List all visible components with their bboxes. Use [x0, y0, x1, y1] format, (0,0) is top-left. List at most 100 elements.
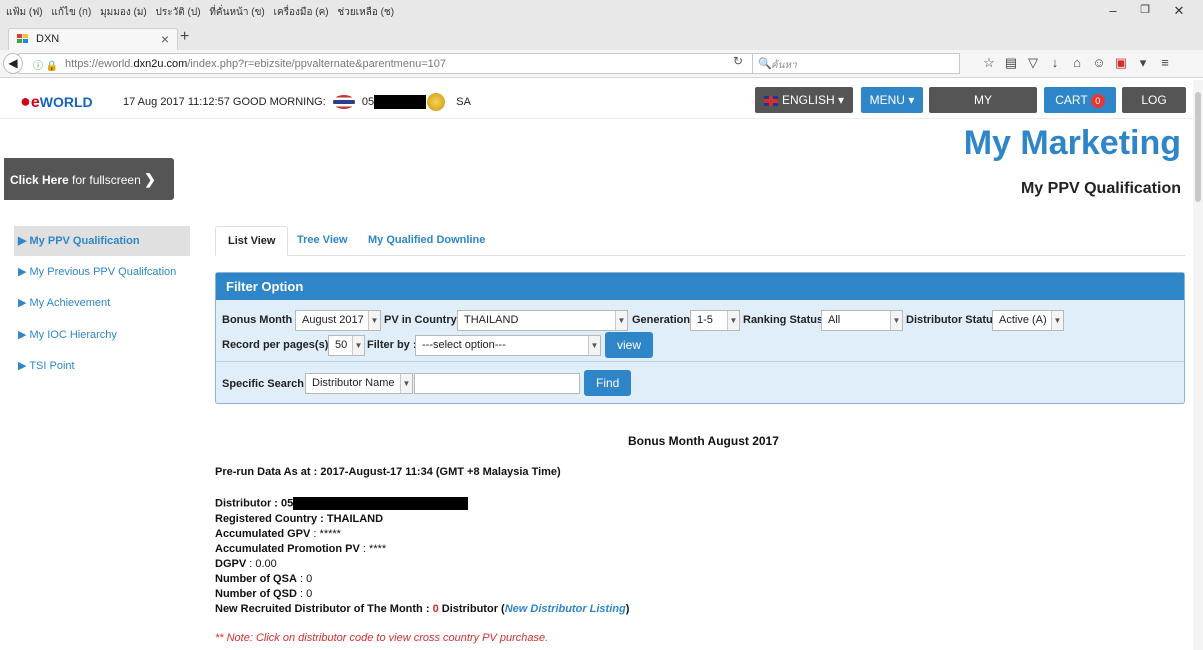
medal-icon [427, 93, 446, 111]
specific-search-input[interactable] [414, 373, 580, 394]
browser-menu-list: แฟ้ม (ฟ) แก้ไข (ก) มุมมอง (ม) ประวัติ (ป… [6, 5, 400, 20]
tab-tree-view[interactable]: Tree View [285, 226, 360, 256]
prerun-text: Pre-run Data As at : 2017-August-17 11:3… [215, 466, 561, 478]
chevron-down-icon: ▼ [352, 336, 364, 355]
ranking-status-select[interactable]: All ▼ [821, 310, 903, 331]
pv-country-label: PV in Country : [384, 314, 464, 326]
menu-tools[interactable]: เครื่องมือ (ค) [274, 7, 329, 18]
sidebar-item-previous-ppv[interactable]: ▶ My Previous PPV Qualifcation [14, 257, 190, 287]
accumulated-promotion-pv: Accumulated Promotion PV : **** [215, 543, 387, 555]
menu-edit[interactable]: แก้ไข (ก) [51, 7, 91, 18]
scrollbar-thumb[interactable] [1195, 92, 1201, 202]
view-button[interactable]: view [605, 332, 654, 358]
browser-navbar: ◀ ⓘ 🔒 https://eworld.dxn2u.com/index.php… [0, 50, 1203, 78]
cross-country-note: ** Note: Click on distributor code to vi… [215, 632, 549, 644]
bonus-month-label: Bonus Month : [222, 314, 299, 326]
user-code: 05 [361, 95, 375, 108]
tab-title: DXN [36, 33, 60, 45]
chevron-down-icon: ▼ [400, 374, 412, 393]
tab-close-icon[interactable]: × [161, 31, 169, 47]
bonus-month-title: Bonus Month August 2017 [628, 434, 779, 448]
distributor-status-select[interactable]: Active (A) ▼ [992, 310, 1064, 331]
chevron-down-icon: ▼ [588, 336, 600, 355]
chevron-down-icon: ▼ [727, 311, 739, 330]
chevron-down-icon: ▼ [368, 311, 380, 330]
logout-button[interactable]: LOG OUT [1122, 87, 1186, 133]
extension-icon[interactable]: ☺ [1088, 55, 1110, 70]
number-of-qsd: Number of QSD : 0 [215, 588, 313, 600]
search-icon: 🔍 [758, 58, 772, 70]
chevron-down-icon: ▼ [615, 311, 627, 330]
site-header: ●eWORLD 17 Aug 2017 11:12:57 GOOD MORNIN… [0, 79, 1203, 133]
download-icon[interactable]: ↓ [1044, 55, 1066, 70]
redacted-block [293, 497, 469, 510]
tab-list-view[interactable]: List View [215, 226, 289, 256]
filter-panel: Filter Option Bonus Month : August 2017 ▼… [215, 272, 1185, 404]
tab-qualified-downline[interactable]: My Qualified Downline [356, 226, 497, 256]
menu-help[interactable]: ช่วยเหลือ (ช) [337, 7, 394, 18]
view-tabs: List View Tree View My Qualified Downlin… [215, 226, 1185, 256]
ranking-status-label: Ranking Status : [743, 314, 830, 326]
reload-icon[interactable]: ↻ [733, 54, 743, 68]
distributor-line: Distributor : 05 [215, 497, 469, 510]
url-text: https://eworld.dxn2u.com/index.php?r=ebi… [65, 58, 446, 70]
dropdown-arrow-icon[interactable]: ▾ [1132, 55, 1154, 71]
find-button[interactable]: Find [584, 370, 632, 396]
dgpv: DGPV : 0.00 [215, 558, 277, 570]
generation-label: Generation : [632, 314, 697, 326]
new-distributor-listing-link[interactable]: New Distributor Listing [505, 603, 626, 615]
toolbar-icons: ☆ ▤ ▽ ↓ ⌂ ☺ ▣ ▾ ≡ [978, 55, 1176, 71]
records-per-page-select[interactable]: 50 ▼ [328, 335, 365, 356]
sidebar-item-ppv-qualification[interactable]: ▶ My PPV Qualification [14, 226, 190, 256]
accumulated-gpv: Accumulated GPV : ***** [215, 528, 341, 540]
menu-bookmarks[interactable]: ที่คั่นหน้า (ข) [209, 7, 264, 18]
cart-button[interactable]: CART 0 [1044, 87, 1116, 113]
lock-icon: ⓘ 🔒 [33, 61, 59, 72]
uk-flag-icon [763, 95, 778, 106]
reading-list-icon[interactable]: ▤ [1000, 55, 1022, 71]
generation-select[interactable]: 1-5 ▼ [690, 310, 740, 331]
new-tab-icon[interactable]: + [180, 28, 189, 46]
menu-file[interactable]: แฟ้ม (ฟ) [6, 7, 43, 18]
greeting-line: 17 Aug 2017 11:12:57 GOOD MORNING: 05 SA [123, 93, 471, 111]
user-suffix: SA [456, 95, 471, 108]
menu-history[interactable]: ประวัติ (ป) [156, 7, 201, 18]
pocket-icon[interactable]: ▽ [1022, 55, 1044, 71]
filter-heading: Filter Option [216, 273, 1184, 300]
browser-search-input[interactable]: 🔍 ค้นหา [752, 53, 960, 74]
pv-country-select[interactable]: THAILAND ▼ [457, 310, 628, 331]
header-datetime: 17 Aug 2017 11:12:57 [123, 95, 230, 108]
pdf-icon[interactable]: ▣ [1110, 55, 1132, 71]
language-button[interactable]: ENGLISH ▾ [755, 87, 853, 113]
window-close-icon[interactable]: ✕ [1164, 3, 1194, 19]
sidebar-item-ioc-hierarchy[interactable]: ▶ My IOC Hierarchy [14, 320, 190, 350]
bookmark-star-icon[interactable]: ☆ [978, 55, 1000, 71]
browser-tab[interactable]: DXN × [8, 28, 178, 50]
back-arrow-icon[interactable]: ◀ [3, 53, 23, 74]
bonus-month-select[interactable]: August 2017 ▼ [295, 310, 381, 331]
filter-divider [216, 361, 1184, 362]
sidebar-item-achievement[interactable]: ▶ My Achievement [14, 288, 190, 318]
menu-button[interactable]: MENU ▾ [861, 87, 923, 113]
chevron-down-icon: ▼ [1051, 311, 1063, 330]
eworld-logo[interactable]: ●eWORLD [20, 91, 93, 112]
dashboard-button[interactable]: MY DASHBOARD [929, 87, 1037, 133]
chevron-right-icon: ❯ [144, 171, 156, 187]
page-subtitle: My PPV Qualification [1020, 180, 1181, 197]
records-per-page-label: Record per pages(s) : [222, 339, 336, 351]
hamburger-menu-icon[interactable]: ≡ [1154, 55, 1176, 70]
specific-search-select[interactable]: Distributor Name ▼ [305, 373, 413, 394]
filter-by-select[interactable]: ---select option--- ▼ [415, 335, 601, 356]
home-icon[interactable]: ⌂ [1066, 55, 1088, 70]
restore-icon[interactable]: ❐ [1130, 3, 1160, 19]
address-bar[interactable]: ⓘ 🔒 https://eworld.dxn2u.com/index.php?r… [18, 53, 754, 74]
fullscreen-button[interactable]: Click Here for fullscreen ❯ [4, 158, 174, 200]
specific-search-label: Specific Search : [222, 378, 311, 390]
distributor-status-label: Distributor Status : [906, 314, 1006, 326]
thailand-flag-icon [332, 95, 355, 109]
sidebar-item-tsi-point[interactable]: ▶ TSI Point [14, 351, 190, 381]
browser-tabbar: DXN × + [0, 22, 1203, 50]
dxn-favicon-icon [17, 34, 29, 44]
minimize-icon[interactable]: – [1098, 3, 1128, 19]
menu-view[interactable]: มุมมอง (ม) [100, 7, 147, 18]
